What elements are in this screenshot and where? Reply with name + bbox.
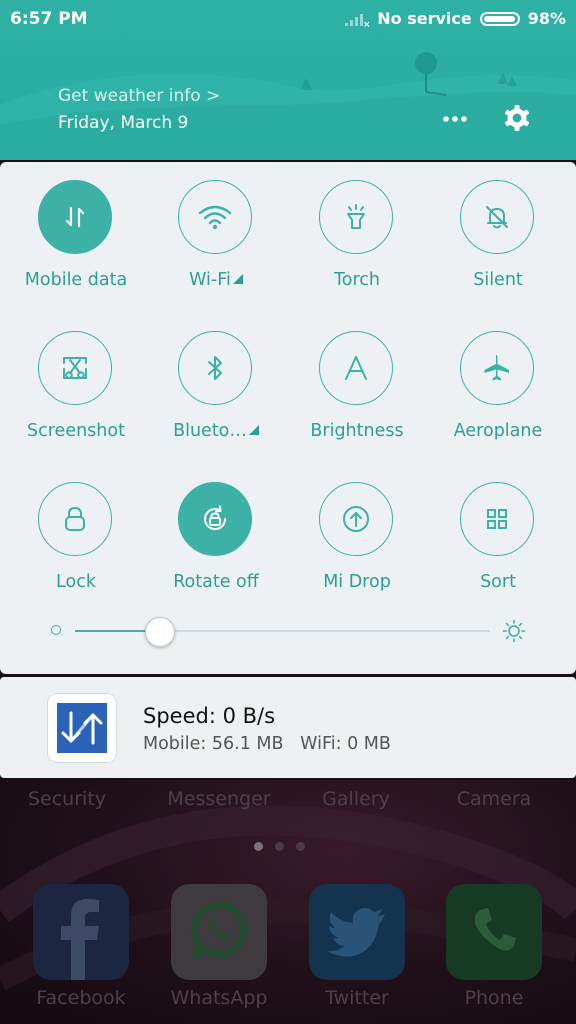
- speed-notification[interactable]: Speed: 0 B/s Mobile: 56.1 MB WiFi: 0 MB: [0, 677, 576, 778]
- quick-settings-panel: Mobile data Wi-Fi Torch Silent Screensho…: [0, 162, 576, 674]
- settings-button[interactable]: [500, 101, 534, 135]
- status-right: × No service 98%: [345, 9, 566, 28]
- tile-screenshot-circle[interactable]: [38, 331, 112, 405]
- wifi-icon: [198, 205, 232, 230]
- tile-bluetooth[interactable]: Blueto…: [146, 313, 286, 441]
- phone-app-icon[interactable]: [446, 884, 542, 980]
- tile-mobile-data[interactable]: Mobile data: [6, 162, 146, 290]
- brightness-slider[interactable]: [0, 610, 576, 650]
- expand-arrow-icon: [248, 425, 259, 435]
- battery-percent: 98%: [527, 9, 566, 28]
- brightness-slider-thumb[interactable]: [145, 617, 175, 647]
- mi-drop-icon: [343, 506, 369, 532]
- home-app-label[interactable]: Camera: [424, 788, 564, 810]
- brightness-a-icon: [345, 356, 367, 380]
- tile-aeroplane[interactable]: Aeroplane: [428, 313, 568, 441]
- rotate-lock-icon: [204, 505, 227, 531]
- svg-text:×: ×: [363, 20, 369, 27]
- tile-brightness-label: Brightness: [310, 421, 404, 441]
- carrier-text: No service: [377, 9, 472, 28]
- dock-app-label: Twitter: [325, 987, 389, 1009]
- lock-icon: [65, 507, 85, 531]
- tile-torch-label: Torch: [334, 270, 380, 290]
- gear-icon: [505, 105, 529, 131]
- screenshot-scissors-icon: [63, 357, 87, 379]
- tile-bluetooth-label: Blueto…: [146, 421, 286, 441]
- tile-aeroplane-label: Aeroplane: [453, 421, 543, 441]
- notification-title: Speed: 0 B/s: [143, 704, 276, 728]
- tile-lock-label: Lock: [56, 572, 96, 592]
- page-indicator: [254, 842, 305, 851]
- aeroplane-icon: [484, 355, 509, 381]
- facebook-icon: [61, 899, 99, 980]
- tile-lock[interactable]: Lock: [6, 464, 146, 592]
- bluetooth-icon: [208, 356, 222, 380]
- notification-app-icon: [47, 693, 117, 763]
- tile-mi-drop-circle[interactable]: [319, 482, 393, 556]
- brightness-low-icon: [51, 625, 61, 635]
- mobile-data-icon: [65, 206, 85, 228]
- tile-sort-circle[interactable]: [460, 482, 534, 556]
- tile-silent-circle[interactable]: [460, 180, 534, 254]
- dock-app-label: Facebook: [36, 987, 126, 1009]
- tile-torch-circle[interactable]: [319, 180, 393, 254]
- tile-screenshot-label: Screenshot: [27, 421, 125, 441]
- home-app-label[interactable]: Gallery: [286, 788, 426, 810]
- tile-rotate-label: Rotate off: [173, 572, 259, 592]
- tile-wifi-label: Wi-Fi: [146, 270, 286, 290]
- notification-subtitle: Mobile: 56.1 MB WiFi: 0 MB: [143, 734, 391, 754]
- tile-silent[interactable]: Silent: [428, 162, 568, 290]
- tile-wifi[interactable]: Wi-Fi: [146, 162, 286, 290]
- home-screen-background: Security Messenger Gallery Camera Facebo…: [0, 780, 576, 1024]
- sort-grid-icon: [487, 509, 507, 529]
- tile-bluetooth-circle[interactable]: [178, 331, 252, 405]
- twitter-icon: [327, 907, 385, 957]
- notification-header: 6:57 PM × No service 98% Get weather inf…: [0, 0, 576, 160]
- whatsapp-app-icon[interactable]: [171, 884, 267, 980]
- dock-app-label: Phone: [464, 987, 524, 1009]
- tile-screenshot[interactable]: Screenshot: [6, 313, 146, 441]
- tile-brightness[interactable]: Brightness: [287, 313, 427, 441]
- whatsapp-icon: [191, 902, 247, 960]
- tile-rotate-circle[interactable]: [178, 482, 252, 556]
- signal-icon: ×: [345, 13, 369, 27]
- expand-arrow-icon: [232, 274, 243, 284]
- tile-brightness-circle[interactable]: [319, 331, 393, 405]
- tile-aeroplane-circle[interactable]: [460, 331, 534, 405]
- battery-icon: [479, 11, 520, 26]
- page-dot: [254, 842, 263, 851]
- tile-sort-label: Sort: [480, 572, 516, 592]
- network-speed-icon: [57, 703, 107, 753]
- weather-link[interactable]: Get weather info >: [58, 86, 220, 106]
- tile-silent-label: Silent: [473, 270, 523, 290]
- brightness-high-icon: [502, 619, 526, 643]
- home-app-label[interactable]: Security: [0, 788, 137, 810]
- silent-bell-icon: [486, 206, 508, 229]
- tile-rotate[interactable]: Rotate off: [146, 464, 286, 592]
- torch-icon: [347, 204, 365, 229]
- tile-mobile-data-circle[interactable]: [38, 180, 112, 254]
- more-button[interactable]: [438, 104, 472, 134]
- tile-torch[interactable]: Torch: [287, 162, 427, 290]
- phone-icon: [474, 908, 516, 951]
- tile-mobile-data-label: Mobile data: [24, 270, 128, 290]
- page-dot: [275, 842, 284, 851]
- dock-app-label: WhatsApp: [170, 987, 268, 1009]
- tile-mi-drop[interactable]: Mi Drop: [287, 464, 427, 592]
- tile-sort[interactable]: Sort: [428, 464, 568, 592]
- tile-wifi-circle[interactable]: [178, 180, 252, 254]
- twitter-app-icon[interactable]: [309, 884, 405, 980]
- status-time: 6:57 PM: [10, 9, 88, 29]
- facebook-app-icon[interactable]: [33, 884, 129, 980]
- page-dot: [296, 842, 305, 851]
- tile-lock-circle[interactable]: [38, 482, 112, 556]
- date-text: Friday, March 9: [58, 113, 189, 133]
- home-app-label[interactable]: Messenger: [149, 788, 289, 810]
- tile-mi-drop-label: Mi Drop: [323, 572, 391, 592]
- more-icon: [443, 116, 467, 122]
- brightness-slider-track[interactable]: [75, 630, 490, 632]
